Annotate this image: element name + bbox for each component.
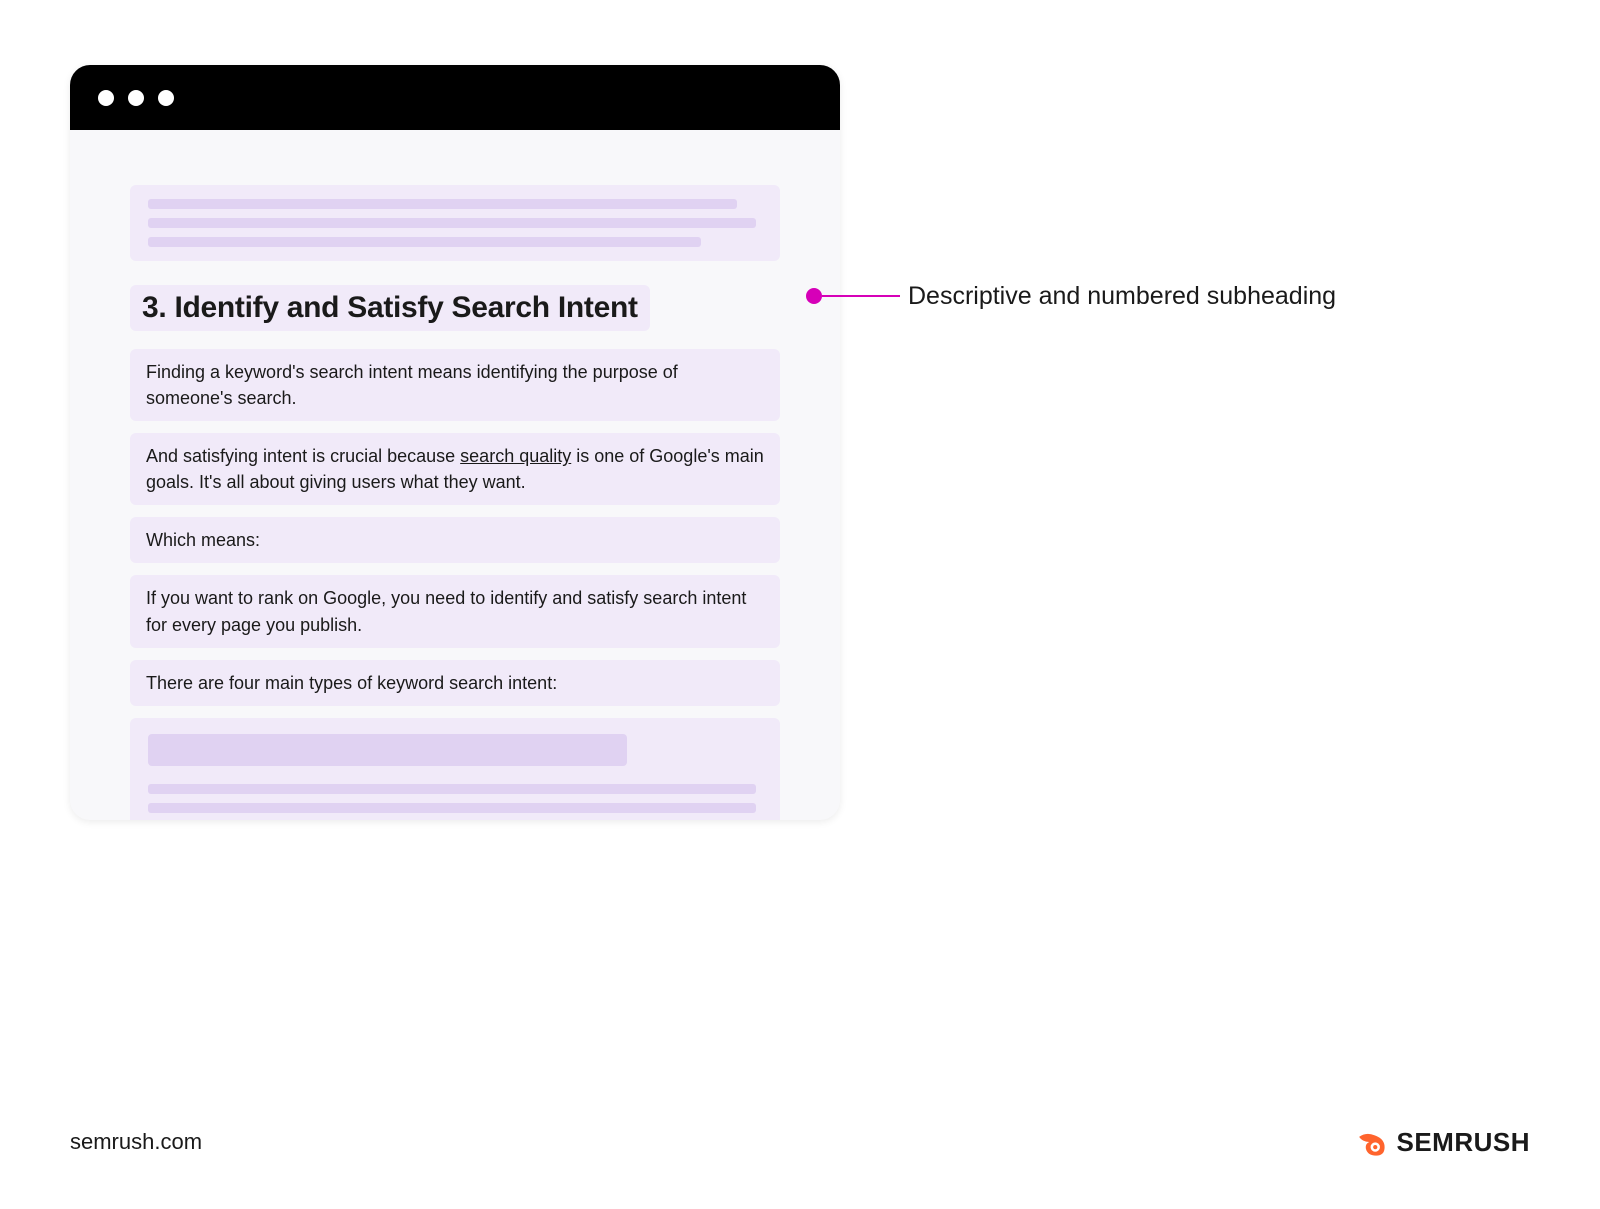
- subheading-text: 3. Identify and Satisfy Search Intent: [142, 291, 638, 325]
- placeholder-heading-bar: [148, 734, 627, 766]
- browser-titlebar: [70, 65, 840, 130]
- paragraph-block: And satisfying intent is crucial because…: [130, 433, 780, 505]
- paragraph-block: Finding a keyword's search intent means …: [130, 349, 780, 421]
- footer: semrush.com SEMRUSH: [70, 1125, 1530, 1159]
- browser-content: 3. Identify and Satisfy Search Intent Fi…: [70, 130, 840, 820]
- paragraph-text: Which means:: [146, 527, 764, 553]
- browser-window: 3. Identify and Satisfy Search Intent Fi…: [70, 65, 840, 820]
- window-control-dot: [128, 90, 144, 106]
- paragraph-block: If you want to rank on Google, you need …: [130, 575, 780, 647]
- text-fragment: And satisfying intent is crucial because: [146, 446, 460, 466]
- brand-name: SEMRUSH: [1396, 1127, 1530, 1158]
- callout-annotation: Descriptive and numbered subheading: [806, 280, 1336, 314]
- paragraph-text: There are four main types of keyword sea…: [146, 670, 764, 696]
- window-control-dot: [158, 90, 174, 106]
- paragraph-text: If you want to rank on Google, you need …: [146, 585, 764, 637]
- placeholder-paragraph-top: [130, 185, 780, 261]
- paragraph-text: And satisfying intent is crucial because…: [146, 443, 764, 495]
- callout-dot-icon: [806, 288, 822, 304]
- callout-label: Descriptive and numbered subheading: [908, 280, 1336, 314]
- semrush-fireball-icon: [1354, 1125, 1388, 1159]
- callout-connector-line: [822, 295, 900, 297]
- paragraph-block: There are four main types of keyword sea…: [130, 660, 780, 706]
- paragraph-text: Finding a keyword's search intent means …: [146, 359, 764, 411]
- paragraph-block: Which means:: [130, 517, 780, 563]
- window-control-dot: [98, 90, 114, 106]
- brand-logo: SEMRUSH: [1354, 1125, 1530, 1159]
- inline-link[interactable]: search quality: [460, 446, 571, 466]
- footer-site-text: semrush.com: [70, 1129, 202, 1155]
- subheading-highlight: 3. Identify and Satisfy Search Intent: [130, 285, 650, 331]
- placeholder-section-bottom: [130, 718, 780, 820]
